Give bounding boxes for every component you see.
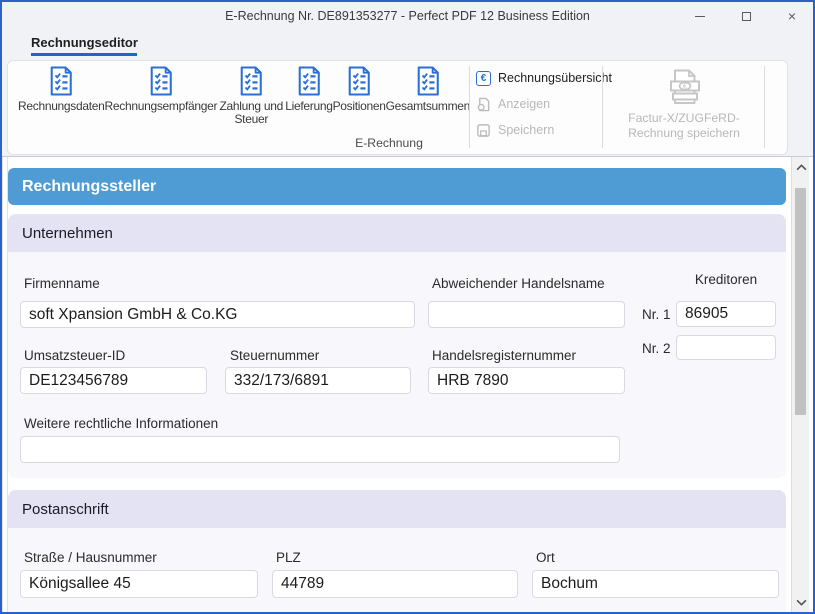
- ribbon-button-label: Rechnungsübersicht: [498, 71, 612, 85]
- page-title: Rechnungssteller: [8, 168, 786, 205]
- ribbon-button-facturx-speichern: Factur-X/ZUGFeRD-Rechnung speichern: [606, 65, 762, 151]
- firmenname-input[interactable]: [20, 301, 415, 328]
- ribbon-button-label: Rechnungsempfänger: [105, 100, 218, 113]
- ribbon-button-positionen[interactable]: Positionen: [333, 66, 386, 113]
- chevron-down-icon: [796, 599, 807, 606]
- strasse-label: Straße / Hausnummer: [24, 550, 157, 565]
- scroll-down-button[interactable]: [792, 592, 810, 612]
- ribbon-button-label: Speichern: [498, 123, 554, 137]
- ribbon-button-rechnungsdaten[interactable]: Rechnungsdaten: [18, 66, 105, 113]
- checklist-document-icon: [148, 66, 174, 96]
- umsatzsteuer-id-input[interactable]: [20, 367, 207, 394]
- steuernummer-input[interactable]: [225, 367, 411, 394]
- scrollbar-thumb[interactable]: [795, 188, 806, 415]
- ribbon-button-label: Factur-X/ZUGFeRD-Rechnung speichern: [606, 111, 762, 142]
- close-icon: ×: [788, 9, 796, 23]
- abweichender-handelsname-label: Abweichender Handelsname: [432, 276, 605, 291]
- scroll-up-button[interactable]: [792, 157, 810, 177]
- ribbon-button-anzeigen: Anzeigen: [476, 94, 598, 114]
- section-unternehmen: Unternehmen Firmenname Abweichender Hand…: [8, 214, 786, 478]
- ribbon-button-label: Anzeigen: [498, 97, 550, 111]
- titlebar[interactable]: E-Rechnung Nr. DE891353277 - Perfect PDF…: [2, 2, 813, 30]
- section-heading-unternehmen: Unternehmen: [8, 214, 786, 252]
- save-icon: [476, 123, 491, 138]
- ribbon: Rechnungsdaten Rechnungsempfänger Zahlun…: [7, 60, 788, 155]
- ribbon-separator: [602, 66, 603, 148]
- facturx-document-euro-icon: [664, 69, 704, 105]
- ribbon-button-gesamtsummen[interactable]: Gesamtsummen: [386, 66, 470, 113]
- preview-document-icon: [476, 97, 491, 112]
- section-heading-postanschrift: Postanschrift: [8, 490, 786, 528]
- steuernummer-label: Steuernummer: [230, 348, 319, 363]
- kreditoren-label: Kreditoren: [676, 272, 776, 287]
- ribbon-button-label: Rechnungsdaten: [18, 100, 105, 113]
- kreditor-nr2-input[interactable]: [676, 335, 776, 360]
- handelsregisternummer-input[interactable]: [428, 367, 625, 394]
- tab-underline: [31, 53, 137, 56]
- checklist-document-icon: [238, 66, 264, 96]
- ribbon-button-label: Lieferung: [285, 100, 332, 113]
- window-title: E-Rechnung Nr. DE891353277 - Perfect PDF…: [2, 9, 813, 23]
- ribbon-separator: [469, 66, 470, 148]
- maximize-button[interactable]: [739, 9, 753, 23]
- euro-badge-icon: €: [476, 71, 491, 86]
- ribbon-separator: [764, 66, 765, 148]
- ribbon-button-label: Positionen: [333, 100, 386, 113]
- chevron-up-icon: [796, 164, 807, 171]
- strasse-input[interactable]: [20, 570, 258, 598]
- weitere-informationen-label: Weitere rechtliche Informationen: [24, 416, 218, 431]
- checklist-document-icon: [346, 66, 372, 96]
- abweichender-handelsname-input[interactable]: [428, 301, 625, 328]
- firmenname-label: Firmenname: [24, 276, 100, 291]
- minimize-button[interactable]: [693, 9, 707, 23]
- minimize-icon: [695, 16, 705, 17]
- maximize-icon: [742, 12, 751, 21]
- ribbon-button-rechnungsuebersicht[interactable]: € Rechnungsübersicht: [476, 68, 598, 88]
- checklist-document-icon: [48, 66, 74, 96]
- kreditor-nr1-label: Nr. 1: [642, 307, 671, 322]
- close-button[interactable]: ×: [785, 9, 799, 23]
- ort-label: Ort: [536, 550, 555, 565]
- tab-rechnungseditor[interactable]: Rechnungseditor: [31, 35, 138, 50]
- ribbon-button-zahlung-und-steuer[interactable]: Zahlung und Steuer: [217, 66, 285, 127]
- plz-label: PLZ: [276, 550, 301, 565]
- ribbon-group-label: E-Rechnung: [329, 136, 449, 150]
- ribbon-button-rechnungsempfaenger[interactable]: Rechnungsempfänger: [105, 66, 218, 113]
- page-title-text: Rechnungssteller: [22, 178, 156, 196]
- kreditor-nr1-input[interactable]: [676, 301, 776, 327]
- handelsregisternummer-label: Handelsregisternummer: [432, 348, 576, 363]
- ribbon-button-label: Gesamtsummen: [386, 100, 470, 113]
- vertical-scrollbar[interactable]: [791, 157, 809, 612]
- plz-input[interactable]: [272, 570, 518, 598]
- section-postanschrift: Postanschrift Straße / Hausnummer PLZ Or…: [8, 490, 786, 614]
- ribbon-button-speichern: Speichern: [476, 120, 598, 140]
- app-window: E-Rechnung Nr. DE891353277 - Perfect PDF…: [0, 0, 815, 614]
- weitere-informationen-input[interactable]: [20, 436, 620, 463]
- kreditor-nr2-label: Nr. 2: [642, 341, 671, 356]
- umsatzsteuer-id-label: Umsatzsteuer-ID: [24, 348, 125, 363]
- checklist-document-icon: [415, 66, 441, 96]
- checklist-document-icon: [296, 66, 322, 96]
- ribbon-button-lieferung[interactable]: Lieferung: [285, 66, 332, 113]
- ort-input[interactable]: [532, 570, 779, 598]
- ribbon-button-label: Zahlung und Steuer: [217, 100, 285, 127]
